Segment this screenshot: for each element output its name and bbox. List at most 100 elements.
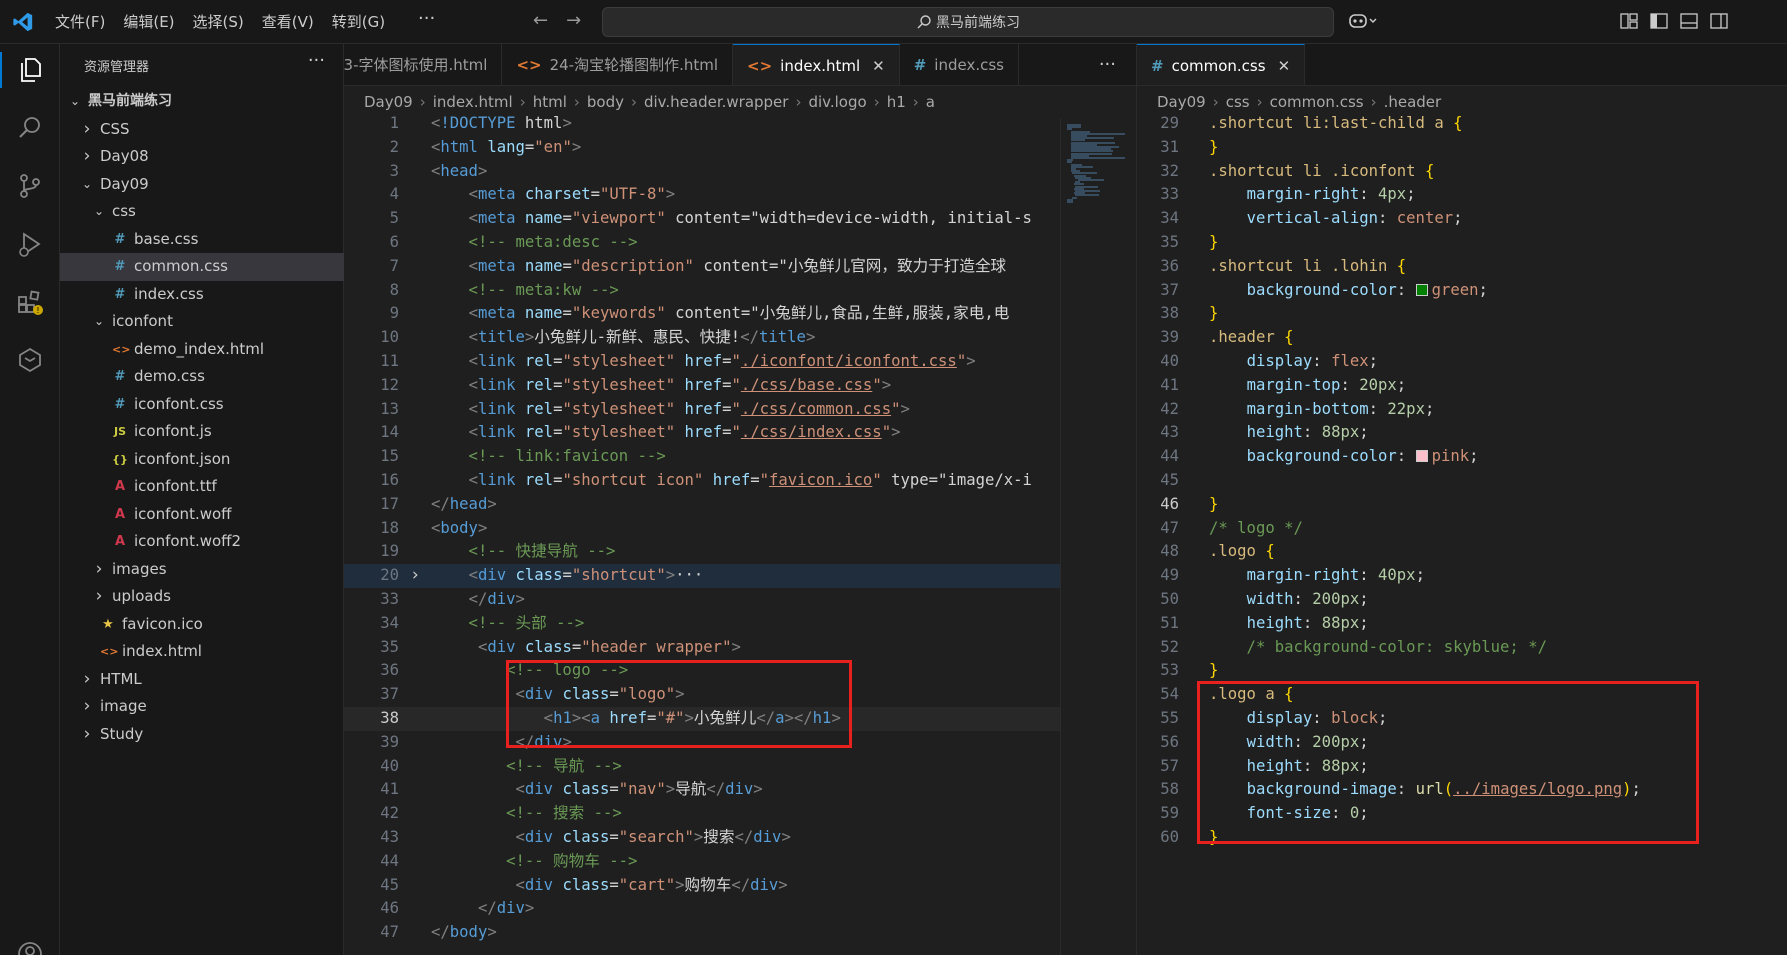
tree-item[interactable]: › images <box>60 556 344 584</box>
menu-item[interactable]: 编辑(E) <box>114 0 183 44</box>
tree-item-label: iconfont.woff <box>134 504 232 523</box>
tree-item-label: css <box>112 202 136 220</box>
chevron-right-icon: › <box>95 558 103 579</box>
svg-text:!: ! <box>36 306 39 315</box>
tree-item[interactable]: JS iconfont.js <box>60 418 344 446</box>
run-debug-icon[interactable] <box>12 226 48 262</box>
explorer-more-button[interactable]: ··· <box>308 50 325 71</box>
code-line: 14 <link rel="stylesheet" href="./css/in… <box>344 421 1136 445</box>
code-text: <!DOCTYPE html> <box>431 114 572 132</box>
tab-common-css[interactable]: # common.css ✕ <box>1137 44 1306 85</box>
tree-item[interactable]: › HTML <box>60 666 344 694</box>
menu-more-button[interactable]: ··· <box>418 8 435 29</box>
chevron-right-icon: › <box>419 93 426 111</box>
tab-index-css[interactable]: # index.css <box>900 44 1019 85</box>
breadcrumb-item[interactable]: index.html <box>433 93 513 111</box>
left-tabs-more-button[interactable]: ··· <box>1099 44 1116 86</box>
tab-index-html[interactable]: <> index.html ✕ <box>733 44 900 85</box>
tree-item[interactable]: ⌄ iconfont <box>60 308 344 336</box>
tree-item[interactable]: ⌄ 黑马前端练习 <box>60 88 344 116</box>
menu-item[interactable]: 文件(F) <box>46 0 114 44</box>
breadcrumb-item[interactable]: Day09 <box>1157 93 1206 111</box>
html-code-editor[interactable]: 1 <!DOCTYPE html> 2 <html lang="en"> 3 <head>… <box>344 112 1136 949</box>
color-swatch-icon[interactable] <box>1415 450 1428 463</box>
html-file-icon: <> <box>100 645 119 658</box>
tree-item[interactable]: # index.css <box>60 281 344 309</box>
code-text: </head> <box>431 494 497 513</box>
title-bar: 文件(F) 编辑(E) 选择(S) 查看(V) 转到(G) ··· ← → 黑马前端练习 <box>0 0 1787 44</box>
account-icon[interactable] <box>12 936 48 955</box>
menu-item[interactable]: 查看(V) <box>253 0 323 44</box>
tree-item[interactable]: # iconfont.css <box>60 391 344 419</box>
code-line: 15 <!-- link:favicon --> <box>344 445 1136 469</box>
code-text: <div class="cart">购物车</div> <box>515 875 788 894</box>
minimap[interactable] <box>1060 118 1136 955</box>
extensions-icon[interactable]: ! <box>12 284 48 320</box>
color-swatch-icon[interactable] <box>1415 283 1428 296</box>
code-text: <div class="header wrapper"> <box>477 637 741 656</box>
breadcrumb-item[interactable]: body <box>587 93 624 111</box>
tree-item[interactable]: › Day08 <box>60 143 344 171</box>
copilot-icon[interactable] <box>1348 11 1380 35</box>
breadcrumb-item[interactable]: div.header.wrapper <box>644 93 788 111</box>
tree-item-label: Study <box>100 724 144 743</box>
tree-item[interactable]: # common.css <box>60 253 344 281</box>
tree-item[interactable]: ⌄ css <box>60 198 344 226</box>
tree-item[interactable]: › image <box>60 693 344 721</box>
line-number: 41 <box>380 780 399 799</box>
menu-item[interactable]: 选择(S) <box>184 0 253 44</box>
tab-23-html[interactable]: 23-字体图标使用.html <box>344 44 503 85</box>
search-sidebar-icon[interactable] <box>12 110 48 146</box>
source-control-icon[interactable] <box>12 168 48 204</box>
css-file-icon: # <box>114 396 126 412</box>
explorer-title: 资源管理器 <box>84 60 150 75</box>
back-arrow-icon[interactable]: ← <box>533 10 548 31</box>
code-line: 32 .shortcut li .iconfont { <box>1137 160 1787 184</box>
toggle-primary-sidebar-icon[interactable] <box>1650 12 1668 30</box>
tree-item[interactable]: # base.css <box>60 226 344 254</box>
vscode-window: 文件(F) 编辑(E) 选择(S) 查看(V) 转到(G) ··· ← → 黑马前端练习 <box>0 0 1787 955</box>
breadcrumb-item[interactable]: Day09 <box>364 93 413 111</box>
tree-item[interactable]: › Study <box>60 721 344 749</box>
code-line: 10 <title>小兔鲜儿-新鲜、惠民、快捷!</title> <box>344 326 1136 350</box>
breadcrumb-item[interactable]: css <box>1226 93 1250 111</box>
line-number: 3 <box>389 161 399 180</box>
tree-item-label: iconfont.ttf <box>134 477 217 495</box>
remote-explorer-icon[interactable] <box>12 342 48 378</box>
tree-item[interactable]: › CSS <box>60 116 344 144</box>
breadcrumb-item[interactable]: a <box>926 93 935 111</box>
line-number: 40 <box>380 756 399 775</box>
tree-item[interactable]: {} iconfont.json <box>60 446 344 474</box>
css-file-icon: # <box>114 231 126 247</box>
breadcrumb-item[interactable]: div.logo <box>808 93 866 111</box>
chevron-right-icon[interactable]: › <box>410 564 420 588</box>
code-text: .shortcut li .lohin { <box>1209 256 1407 275</box>
breadcrumb-item[interactable]: common.css <box>1270 93 1364 111</box>
close-icon[interactable]: ✕ <box>1278 57 1291 75</box>
tree-item[interactable]: <> demo_index.html <box>60 336 344 364</box>
explorer-icon[interactable] <box>0 52 60 88</box>
tab-24-html[interactable]: <> 24-淘宝轮播图制作.html <box>502 44 734 85</box>
breadcrumb-item[interactable]: h1 <box>887 93 906 111</box>
tree-item[interactable]: # demo.css <box>60 363 344 391</box>
tree-item[interactable]: ⌄ Day09 <box>60 171 344 199</box>
forward-arrow-icon[interactable]: → <box>566 10 581 31</box>
tree-item[interactable]: Aiconfont.ttf <box>60 473 344 501</box>
tree-item[interactable]: <> index.html <box>60 638 344 666</box>
breadcrumb-item[interactable]: html <box>533 93 567 111</box>
tree-item[interactable]: ★ favicon.ico <box>60 611 344 639</box>
tree-item[interactable]: Aiconfont.woff2 <box>60 528 344 556</box>
command-center-search[interactable]: 黑马前端练习 <box>602 7 1334 37</box>
line-number: 10 <box>380 328 399 347</box>
breadcrumb-item[interactable]: .header <box>1384 93 1442 111</box>
tree-item[interactable]: Aiconfont.woff <box>60 501 344 529</box>
menu-item[interactable]: 转到(G) <box>323 0 394 44</box>
customize-layout-icon[interactable] <box>1620 12 1638 30</box>
tree-item[interactable]: › uploads <box>60 583 344 611</box>
toggle-panel-icon[interactable] <box>1680 12 1698 30</box>
code-text: </html> <box>431 945 497 949</box>
toggle-secondary-sidebar-icon[interactable] <box>1710 12 1728 30</box>
explorer-sidebar: 资源管理器 ··· ⌄ 黑马前端练习 › CSS › Day08 ⌄ Day09 ⌄ css # ba… <box>60 44 344 955</box>
code-text: <meta name="keywords" content="小兔鲜儿,食品,生… <box>468 304 1010 323</box>
close-icon[interactable]: ✕ <box>872 57 885 75</box>
